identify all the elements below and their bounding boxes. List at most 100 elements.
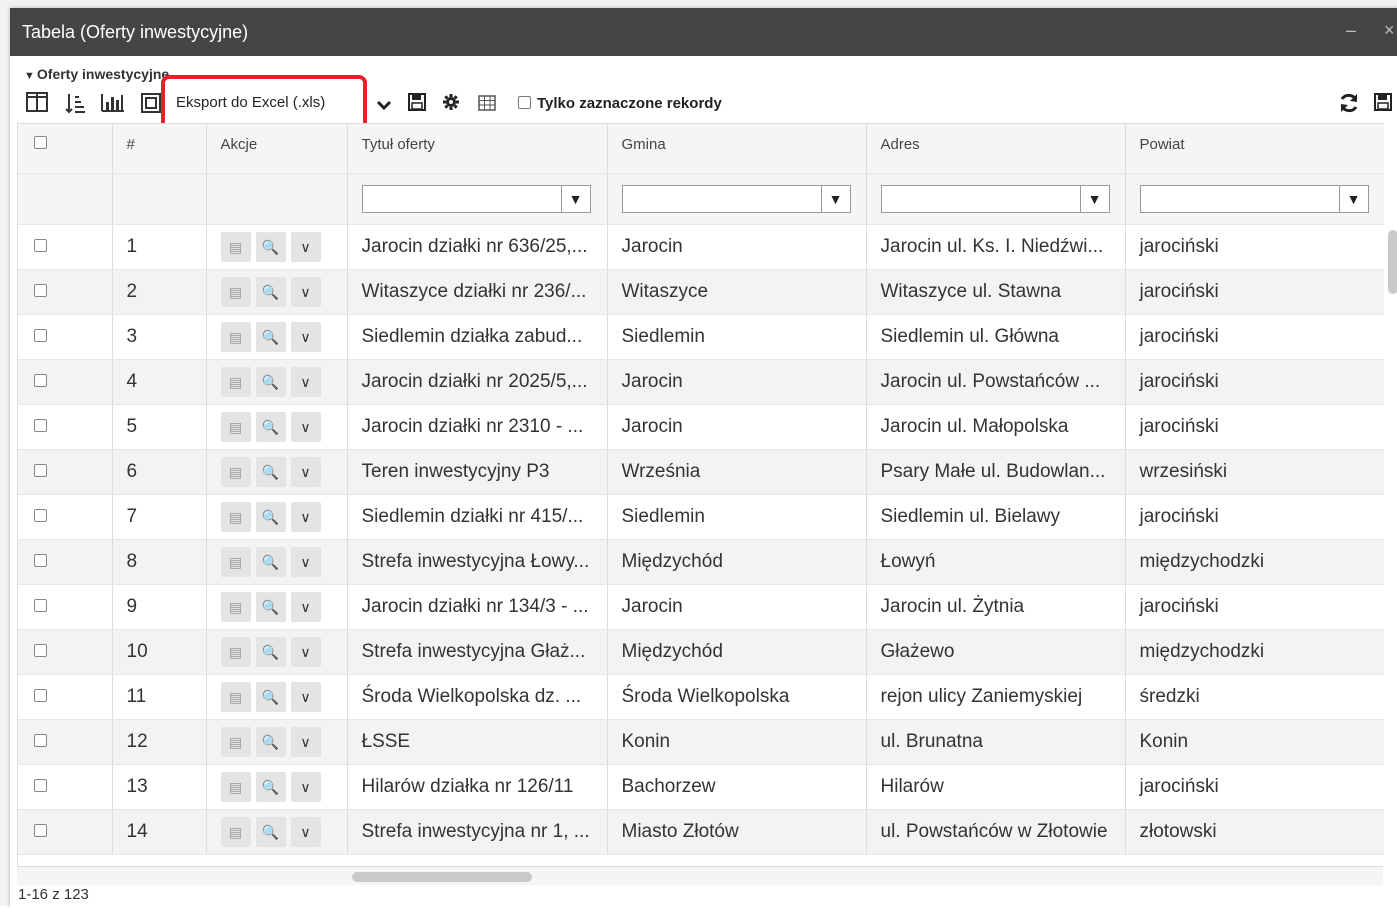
chevron-down-icon[interactable]: ▼ bbox=[1081, 186, 1109, 212]
zoom-icon[interactable]: 🔍 bbox=[255, 367, 286, 397]
row-checkbox[interactable] bbox=[34, 599, 47, 612]
section-header[interactable]: ▼ Oferty inwestycyjne bbox=[24, 66, 169, 82]
row-checkbox[interactable] bbox=[34, 419, 47, 432]
details-icon[interactable]: ▤ bbox=[220, 817, 251, 847]
table-row[interactable]: 9 ▤ 🔍 ∨ Jarocin działki nr 134/3 - ... Jaroci… bbox=[18, 584, 1384, 630]
row-select-cell[interactable] bbox=[18, 764, 113, 810]
grid-icon[interactable] bbox=[474, 92, 500, 118]
zoom-icon[interactable]: 🔍 bbox=[255, 772, 286, 802]
row-checkbox[interactable] bbox=[34, 239, 47, 252]
details-icon[interactable]: ▤ bbox=[220, 232, 251, 262]
row-checkbox[interactable] bbox=[34, 779, 47, 792]
chevron-down-icon[interactable]: ∨ bbox=[290, 502, 321, 532]
details-icon[interactable]: ▤ bbox=[220, 322, 251, 352]
row-checkbox[interactable] bbox=[34, 329, 47, 342]
layout-icon[interactable] bbox=[138, 92, 164, 118]
zoom-icon[interactable]: 🔍 bbox=[255, 592, 286, 622]
table-row[interactable]: 1 ▤ 🔍 ∨ Jarocin działki nr 636/25,... Jarocin… bbox=[18, 224, 1384, 270]
zoom-icon[interactable]: 🔍 bbox=[255, 727, 286, 757]
chevron-down-icon[interactable] bbox=[371, 92, 397, 118]
row-checkbox[interactable] bbox=[34, 509, 47, 522]
row-checkbox[interactable] bbox=[34, 734, 47, 747]
row-select-cell[interactable] bbox=[18, 359, 113, 405]
row-select-cell[interactable] bbox=[18, 719, 113, 765]
only-selected-toggle[interactable]: Tylko zaznaczone rekordy bbox=[518, 95, 722, 112]
zoom-icon[interactable]: 🔍 bbox=[255, 682, 286, 712]
chevron-down-icon[interactable]: ▼ bbox=[562, 186, 590, 212]
chart-icon[interactable] bbox=[100, 92, 126, 118]
zoom-icon[interactable]: 🔍 bbox=[255, 817, 286, 847]
details-icon[interactable]: ▤ bbox=[220, 412, 251, 442]
zoom-icon[interactable]: 🔍 bbox=[255, 547, 286, 577]
gmina-filter[interactable]: ▼ bbox=[621, 185, 851, 213]
chevron-down-icon[interactable]: ∨ bbox=[290, 772, 321, 802]
row-select-cell[interactable] bbox=[18, 539, 113, 585]
table-row[interactable]: 11 ▤ 🔍 ∨ Środa Wielkopolska dz. ... Środa Wie… bbox=[18, 674, 1384, 720]
title-filter-input[interactable] bbox=[363, 186, 562, 212]
table-row[interactable]: 13 ▤ 🔍 ∨ Hilarów działka nr 126/11 Bachorzew H… bbox=[18, 764, 1384, 810]
zoom-icon[interactable]: 🔍 bbox=[255, 457, 286, 487]
powiat-filter[interactable]: ▼ bbox=[1139, 185, 1369, 213]
table-row[interactable]: 4 ▤ 🔍 ∨ Jarocin działki nr 2025/5,... Jarocin… bbox=[18, 359, 1384, 405]
table-row[interactable]: 12 ▤ 🔍 ∨ ŁSSE Konin ul. Brunatna Konin bbox=[18, 719, 1384, 765]
horizontal-scrollbar[interactable] bbox=[352, 872, 532, 882]
columns-icon[interactable] bbox=[24, 92, 50, 118]
row-checkbox[interactable] bbox=[34, 554, 47, 567]
table-row[interactable]: 6 ▤ 🔍 ∨ Teren inwestycyjny P3 Września Psary M… bbox=[18, 449, 1384, 495]
horizontal-scroll-track[interactable] bbox=[17, 866, 1383, 885]
row-checkbox[interactable] bbox=[34, 689, 47, 702]
chevron-down-icon[interactable]: ∨ bbox=[290, 592, 321, 622]
column-header-title[interactable]: Tytuł oferty bbox=[347, 123, 608, 174]
chevron-down-icon[interactable]: ∨ bbox=[290, 727, 321, 757]
row-select-cell[interactable] bbox=[18, 314, 113, 360]
title-filter[interactable]: ▼ bbox=[361, 185, 591, 213]
gmina-filter-input[interactable] bbox=[623, 186, 822, 212]
refresh-icon[interactable] bbox=[1336, 92, 1362, 118]
chevron-down-icon[interactable]: ∨ bbox=[290, 682, 321, 712]
sort-icon[interactable] bbox=[62, 92, 88, 118]
only-selected-checkbox[interactable] bbox=[518, 96, 531, 109]
export-excel-button[interactable]: Eksport do Excel (.xls) bbox=[176, 94, 325, 111]
select-all-header[interactable] bbox=[18, 123, 113, 174]
save-icon[interactable] bbox=[404, 92, 430, 118]
zoom-icon[interactable]: 🔍 bbox=[255, 637, 286, 667]
close-button[interactable]: × bbox=[1384, 20, 1395, 41]
details-icon[interactable]: ▤ bbox=[220, 277, 251, 307]
row-select-cell[interactable] bbox=[18, 674, 113, 720]
table-row[interactable]: 14 ▤ 🔍 ∨ Strefa inwestycyjna nr 1, ... Miasto… bbox=[18, 809, 1384, 855]
details-icon[interactable]: ▤ bbox=[220, 502, 251, 532]
row-checkbox[interactable] bbox=[34, 284, 47, 297]
details-icon[interactable]: ▤ bbox=[220, 367, 251, 397]
zoom-icon[interactable]: 🔍 bbox=[255, 412, 286, 442]
row-select-cell[interactable] bbox=[18, 629, 113, 675]
chevron-down-icon[interactable]: ∨ bbox=[290, 412, 321, 442]
chevron-down-icon[interactable]: ∨ bbox=[290, 457, 321, 487]
table-row[interactable]: 7 ▤ 🔍 ∨ Siedlemin działki nr 415/... Siedlemi… bbox=[18, 494, 1384, 540]
chevron-down-icon[interactable]: ∨ bbox=[290, 817, 321, 847]
details-icon[interactable]: ▤ bbox=[220, 727, 251, 757]
address-filter-input[interactable] bbox=[882, 186, 1081, 212]
row-select-cell[interactable] bbox=[18, 269, 113, 315]
zoom-icon[interactable]: 🔍 bbox=[255, 322, 286, 352]
details-icon[interactable]: ▤ bbox=[220, 592, 251, 622]
powiat-filter-input[interactable] bbox=[1141, 186, 1340, 212]
column-header-powiat[interactable]: Powiat bbox=[1125, 123, 1384, 174]
row-checkbox[interactable] bbox=[34, 824, 47, 837]
minimize-button[interactable]: – bbox=[1346, 20, 1356, 41]
chevron-down-icon[interactable]: ∨ bbox=[290, 367, 321, 397]
column-header-number[interactable]: # bbox=[112, 123, 207, 174]
save-icon[interactable] bbox=[1370, 92, 1396, 118]
row-select-cell[interactable] bbox=[18, 449, 113, 495]
row-select-cell[interactable] bbox=[18, 584, 113, 630]
table-row[interactable]: 5 ▤ 🔍 ∨ Jarocin działki nr 2310 - ... Jarocin… bbox=[18, 404, 1384, 450]
row-checkbox[interactable] bbox=[34, 374, 47, 387]
details-icon[interactable]: ▤ bbox=[220, 682, 251, 712]
row-checkbox[interactable] bbox=[34, 464, 47, 477]
gear-icon[interactable] bbox=[438, 92, 464, 118]
table-row[interactable]: 2 ▤ 🔍 ∨ Witaszyce działki nr 236/... Witaszyc… bbox=[18, 269, 1384, 315]
row-checkbox[interactable] bbox=[34, 644, 47, 657]
details-icon[interactable]: ▤ bbox=[220, 457, 251, 487]
vertical-scrollbar[interactable] bbox=[1388, 230, 1397, 294]
details-icon[interactable]: ▤ bbox=[220, 772, 251, 802]
select-all-checkbox[interactable] bbox=[34, 136, 47, 149]
